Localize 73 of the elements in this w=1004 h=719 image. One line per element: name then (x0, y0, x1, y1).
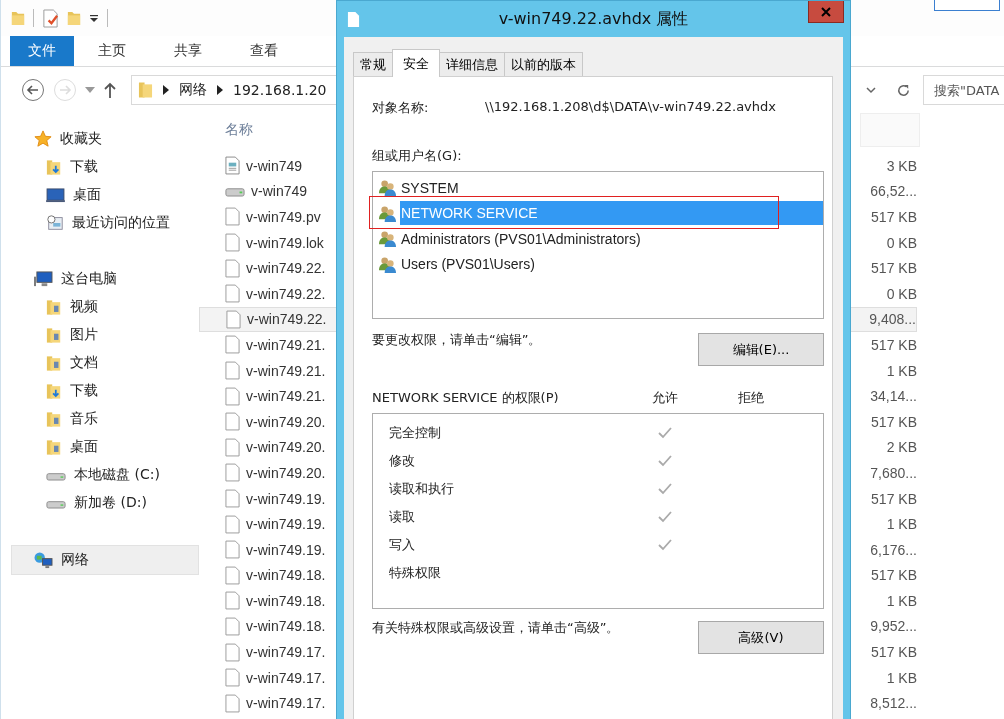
file-name: v-win749.19. (246, 490, 326, 507)
file-name: v-win749.22. (246, 260, 326, 277)
nav-label: 本地磁盘 (C:) (74, 466, 160, 484)
file-size: 0 KB (886, 285, 917, 302)
file-name: v-win749 (246, 157, 303, 174)
file-size: 9,952... (870, 618, 917, 635)
file-size: 66,52... (870, 183, 917, 200)
file-size: 1 KB (886, 516, 917, 533)
groups-label: 组或用户名(G): (372, 147, 463, 165)
file-size: 0 KB (886, 234, 917, 251)
permission-name: 特殊权限 (389, 564, 442, 582)
file-name: v-win749.22. (247, 311, 327, 328)
file-name: v-win749.17. (246, 644, 326, 661)
file-size: 517 KB (871, 336, 917, 353)
nav-label: 视频 (70, 298, 98, 316)
deny-header: 拒绝 (737, 389, 765, 407)
object-name-label: 对象名称: (372, 99, 430, 117)
file-name: v-win749.22. (246, 285, 326, 302)
file-name: v-win749.pv (246, 209, 321, 225)
file-size: 517 KB (871, 644, 917, 661)
object-path: \\192.168.1.208\d$\DATA\v-win749.22.avhdx (485, 99, 776, 116)
nav-label: 音乐 (70, 410, 98, 428)
nav-label: 桌面 (73, 186, 101, 204)
file-name: v-win749.20. (246, 464, 326, 481)
file-size: 8,512... (870, 695, 917, 712)
file-name: v-win749.21. (246, 362, 326, 379)
file-name: v-win749.18. (246, 592, 326, 609)
nav-label: 这台电脑 (61, 270, 117, 288)
nav-label: 网络 (61, 551, 89, 569)
file-name: v-win749.20. (246, 413, 326, 430)
file-name: v-win749.19. (246, 516, 326, 533)
permission-name: 读取 (389, 508, 416, 526)
file-name: v-win749.18. (246, 567, 326, 584)
file-size: 6,176... (870, 541, 917, 558)
file-name: v-win749.17. (246, 669, 326, 686)
allow-header: 允许 (651, 389, 679, 407)
file-size: 9,408... (869, 311, 916, 328)
file-size: 517 KB (871, 567, 917, 584)
file-size: 2 KB (886, 439, 917, 456)
file-size: 1 KB (886, 669, 917, 686)
edit-hint: 要更改权限，请单击“编辑”。 (372, 331, 542, 349)
file-name: v-win749.21. (246, 336, 326, 353)
nav-label: 下载 (70, 158, 98, 176)
nav-label: 图片 (70, 326, 98, 344)
nav-label: 下载 (70, 382, 98, 400)
file-size: 3 KB (886, 157, 917, 174)
nav-label: 新加卷 (D:) (74, 494, 147, 512)
file-size: 7,680... (870, 464, 917, 481)
dialog-title: v-win749.22.avhdx 属性 (498, 8, 689, 30)
permission-name: 写入 (389, 536, 416, 554)
file-size: 517 KB (871, 413, 917, 430)
file-name: v-win749 (251, 183, 308, 200)
nav-label: 收藏夹 (60, 130, 102, 148)
file-name: v-win749.lok (246, 234, 324, 251)
file-name: v-win749.21. (246, 388, 326, 405)
file-name: v-win749.20. (246, 439, 326, 456)
file-name: v-win749.19. (246, 541, 326, 558)
file-size: 517 KB (871, 260, 917, 277)
nav-label: 最近访问的位置 (72, 214, 170, 232)
nav-label: 文档 (70, 354, 98, 372)
advanced-hint: 有关特殊权限或高级设置，请单击“高级”。 (372, 619, 620, 637)
permission-name: 修改 (389, 452, 416, 470)
file-size: 34,14... (870, 388, 917, 405)
file-name: v-win749.17. (246, 695, 326, 712)
file-size: 517 KB (871, 490, 917, 507)
permission-name: 读取和执行 (389, 480, 455, 498)
file-size: 1 KB (886, 362, 917, 379)
permissions-label: NETWORK SERVICE 的权限(P) (372, 389, 560, 407)
file-size: 517 KB (871, 209, 917, 225)
permission-name: 完全控制 (389, 424, 442, 442)
nav-label: 桌面 (70, 438, 98, 456)
file-size: 1 KB (886, 592, 917, 609)
file-name: v-win749.18. (246, 618, 326, 635)
